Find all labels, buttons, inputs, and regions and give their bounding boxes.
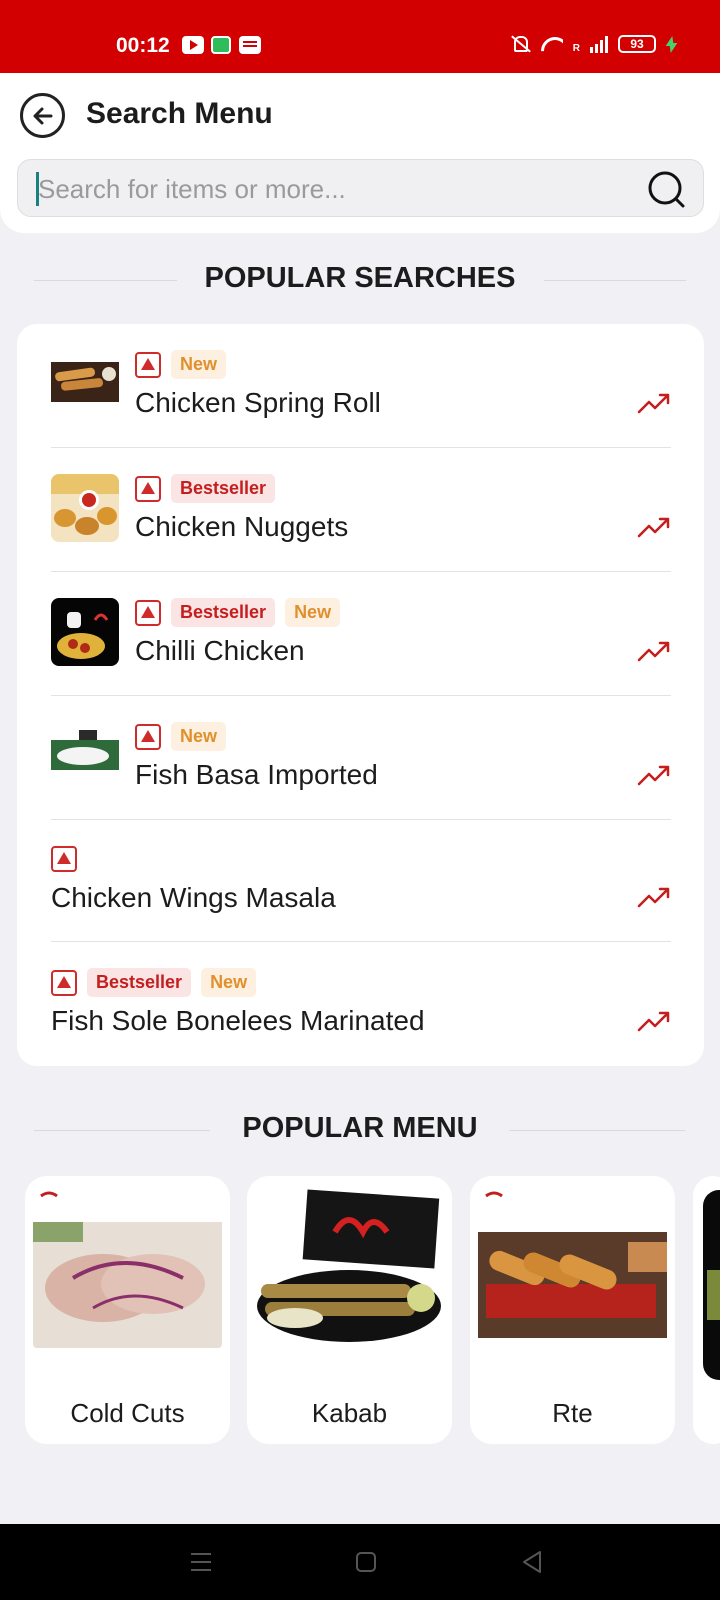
trending-up-icon — [637, 517, 670, 538]
section-title: POPULAR SEARCHES — [204, 262, 516, 294]
trending-up-icon — [637, 765, 670, 786]
section-title: POPULAR MENU — [242, 1112, 478, 1144]
item-tags: New — [135, 722, 227, 751]
heading-divider — [509, 1130, 685, 1131]
search-icon[interactable] — [647, 170, 687, 210]
roaming-indicator: R — [572, 43, 580, 54]
category-image — [703, 1190, 720, 1380]
popular-searches-list: New Chicken Spring Roll Bestseller Chick… — [17, 324, 704, 1066]
menu-category-card-partial[interactable] — [693, 1176, 720, 1444]
list-item[interactable]: Bestseller Chicken Nuggets — [51, 448, 671, 572]
item-name: Chicken Wings Masala — [51, 882, 336, 913]
item-thumbnail — [51, 598, 119, 666]
trending-up-icon — [637, 393, 670, 414]
list-item[interactable]: New Fish Basa Imported — [51, 696, 671, 820]
new-badge: New — [201, 968, 257, 997]
list-item[interactable]: Bestseller New Chilli Chicken — [51, 572, 671, 696]
item-thumbnail — [51, 350, 119, 418]
back-button[interactable] — [20, 93, 65, 138]
item-tags: Bestseller New — [51, 968, 257, 997]
category-image — [255, 1188, 444, 1348]
category-image — [33, 1188, 222, 1348]
new-badge: New — [171, 350, 227, 379]
item-name: Chicken Spring Roll — [135, 387, 381, 418]
search-bar[interactable] — [17, 159, 704, 217]
battery-icon: 93 — [618, 35, 656, 53]
trending-up-icon — [637, 887, 670, 908]
item-name: Chicken Nuggets — [135, 511, 349, 542]
item-tags — [51, 846, 77, 872]
status-bar: 00:12 R 93 — [0, 0, 720, 73]
non-veg-icon — [135, 723, 161, 750]
category-label: Kabab — [311, 1398, 388, 1428]
category-label: Cold Cuts — [70, 1398, 185, 1428]
search-header: Search Menu — [0, 73, 720, 233]
category-label: Rte — [552, 1398, 593, 1428]
popular-menu-carousel[interactable]: Cold Cuts Kabab Rte — [0, 1176, 720, 1446]
bestseller-badge: Bestseller — [171, 474, 276, 503]
item-name: Fish Sole Bonelees Marinated — [51, 1005, 425, 1036]
nav-home-icon[interactable] — [352, 1548, 380, 1576]
bestseller-badge: Bestseller — [171, 598, 276, 627]
non-veg-icon — [51, 969, 77, 996]
system-nav-bar — [0, 1524, 720, 1600]
nav-back-icon[interactable] — [518, 1548, 546, 1576]
list-item[interactable]: New Chicken Spring Roll — [51, 324, 671, 448]
item-tags: Bestseller New — [135, 598, 341, 627]
back-arrow-icon — [33, 107, 53, 125]
new-badge: New — [171, 722, 227, 751]
non-veg-icon — [135, 599, 161, 626]
category-image — [478, 1188, 667, 1348]
item-tags: Bestseller — [135, 474, 276, 503]
mute-icon — [509, 34, 531, 54]
item-name: Fish Basa Imported — [135, 759, 378, 790]
non-veg-icon — [135, 475, 161, 502]
item-thumbnail — [51, 474, 119, 542]
item-name: Chilli Chicken — [135, 635, 305, 666]
item-thumbnail — [51, 722, 119, 790]
charging-icon — [666, 36, 676, 52]
list-item[interactable]: Bestseller New Fish Sole Bonelees Marina… — [51, 942, 671, 1066]
nav-menu-icon[interactable] — [187, 1548, 215, 1576]
wifi-icon — [541, 35, 563, 53]
youtube-notification-icon — [182, 36, 204, 54]
menu-category-card[interactable]: Cold Cuts — [25, 1176, 230, 1444]
signal-icon — [590, 35, 608, 53]
menu-category-card[interactable]: Rte — [470, 1176, 675, 1444]
menu-category-card[interactable]: Kabab — [247, 1176, 452, 1444]
page-title: Search Menu — [86, 97, 273, 130]
item-tags: New — [135, 350, 227, 379]
non-veg-icon — [135, 351, 161, 378]
popular-searches-heading: POPULAR SEARCHES — [0, 260, 720, 300]
list-item[interactable]: Chicken Wings Masala — [51, 820, 671, 942]
heading-divider — [544, 280, 686, 281]
trending-up-icon — [637, 1011, 670, 1032]
vehicle-info-notification-icon — [239, 36, 261, 54]
trending-up-icon — [637, 641, 670, 662]
bestseller-badge: Bestseller — [87, 968, 192, 997]
status-time: 00:12 — [116, 34, 170, 57]
non-veg-icon — [51, 846, 77, 872]
search-input[interactable] — [38, 168, 638, 210]
whatsapp-notification-icon — [211, 36, 231, 54]
popular-menu-heading: POPULAR MENU — [0, 1110, 720, 1150]
new-badge: New — [285, 598, 341, 627]
